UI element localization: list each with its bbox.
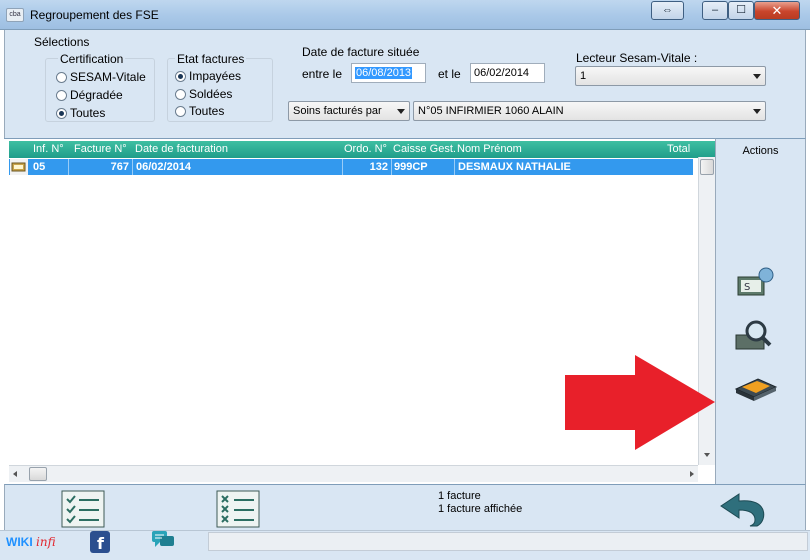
- radio-soldees[interactable]: [175, 89, 186, 100]
- date-from-label: entre le: [302, 67, 343, 81]
- actions-panel: Actions S: [715, 138, 806, 484]
- radio-impayees-label: Impayées: [189, 69, 242, 83]
- col-ordo[interactable]: Ordo. N°: [344, 141, 387, 158]
- chat-icon[interactable]: [151, 530, 175, 550]
- radio-etat-toutes[interactable]: [175, 106, 186, 117]
- soins-select[interactable]: Soins facturés par: [288, 101, 410, 121]
- scroll-down-icon[interactable]: [704, 453, 710, 457]
- etat-title: Etat factures: [175, 52, 247, 66]
- radio-degradee-label: Dégradée: [70, 88, 123, 102]
- col-date[interactable]: Date de facturation: [135, 141, 228, 158]
- uncheck-list-icon[interactable]: [216, 490, 260, 528]
- cell-separator: [132, 159, 133, 175]
- wiki-text: WIKI: [6, 535, 33, 549]
- scroll-thumb[interactable]: [29, 467, 47, 481]
- cell-date: 06/02/2014: [136, 161, 192, 173]
- actions-title: Actions: [742, 145, 779, 157]
- checklist-icon[interactable]: [61, 490, 105, 528]
- col-inf[interactable]: Inf. N°: [33, 141, 64, 158]
- horizontal-scrollbar[interactable]: [9, 465, 698, 482]
- radio-sesam-vitale[interactable]: [56, 72, 67, 83]
- radio-sesam-vitale-label: SESAM-Vitale: [70, 70, 146, 84]
- transmit-icon[interactable]: S: [734, 265, 778, 301]
- lecteur-value: 1: [580, 70, 587, 82]
- date-title: Date de facture située: [302, 45, 420, 59]
- svg-text:f: f: [97, 534, 105, 553]
- certification-title: Certification: [58, 52, 126, 66]
- svg-text:S: S: [744, 282, 750, 293]
- lecteur-select[interactable]: 1: [575, 66, 766, 86]
- radio-etat-toutes-label: Toutes: [189, 104, 225, 118]
- radio-impayees[interactable]: [175, 71, 186, 82]
- wiki-accent-text: infi: [36, 535, 56, 549]
- chevron-down-icon: [753, 109, 761, 114]
- window-title: Regroupement des FSE: [30, 8, 159, 22]
- date-from-input[interactable]: 06/08/2013: [351, 63, 426, 83]
- swap-window-button[interactable]: ⇔: [651, 1, 684, 20]
- chevron-down-icon: [397, 109, 405, 114]
- title-bar: cba Regroupement des FSE ⇔ – ☐ ✕: [0, 0, 810, 30]
- col-total[interactable]: Total: [667, 141, 690, 158]
- cell-inf: 05: [33, 161, 46, 173]
- cell-facture: 767: [110, 161, 129, 173]
- lecteur-title: Lecteur Sesam-Vitale :: [576, 51, 698, 65]
- date-to-label: et le: [438, 67, 461, 81]
- soins-value: Soins facturés par: [293, 105, 382, 117]
- scroll-thumb[interactable]: [700, 159, 714, 175]
- cell-ordo: 132: [369, 161, 388, 173]
- radio-degradee[interactable]: [56, 90, 67, 101]
- chevron-down-icon: [753, 74, 761, 79]
- radio-soldees-label: Soldées: [189, 87, 233, 101]
- infirmier-value: N°05 INFIRMIER 1060 ALAIN: [418, 105, 564, 117]
- col-facture[interactable]: Facture N°: [74, 141, 127, 158]
- invoice-shown-count: 1 facture affichée: [438, 503, 523, 515]
- cell-separator: [454, 159, 455, 175]
- wiki-infi-link[interactable]: WIKI infi: [6, 535, 56, 549]
- status-message-field: [208, 532, 808, 551]
- radio-certification-toutes[interactable]: [56, 108, 67, 119]
- bottom-toolbar: 1 facture 1 facture affichée: [4, 484, 806, 530]
- scroll-left-icon[interactable]: [13, 471, 17, 477]
- red-arrow-annotation: [565, 355, 715, 450]
- cell-nom: DESMAUX NATHALIE: [458, 161, 571, 173]
- scanner-icon[interactable]: [734, 367, 778, 403]
- close-button[interactable]: ✕: [754, 1, 800, 20]
- invoice-count: 1 facture: [438, 490, 481, 502]
- search-document-icon[interactable]: [734, 317, 778, 353]
- date-to-input[interactable]: 06/02/2014: [470, 63, 545, 83]
- selections-title: Sélections: [34, 35, 90, 49]
- scroll-right-icon[interactable]: [690, 471, 694, 477]
- col-nom[interactable]: Nom Prénom: [457, 141, 522, 158]
- infirmier-select[interactable]: N°05 INFIRMIER 1060 ALAIN: [413, 101, 766, 121]
- facebook-icon[interactable]: f: [90, 531, 110, 553]
- table-row[interactable]: 05 767 06/02/2014 132 999CP DESMAUX NATH…: [9, 159, 693, 175]
- back-arrow-icon[interactable]: [717, 490, 767, 528]
- cell-caisse: 999CP: [394, 161, 428, 173]
- minimize-button[interactable]: –: [702, 1, 728, 20]
- app-icon: cba: [6, 8, 24, 22]
- maximize-button[interactable]: ☐: [728, 1, 754, 20]
- selection-panel: Sélections Certification SESAM-Vitale Dé…: [4, 30, 806, 138]
- radio-certification-toutes-label: Toutes: [70, 106, 106, 120]
- grid-header: Inf. N° Facture N° Date de facturation O…: [9, 141, 715, 158]
- cell-separator: [391, 159, 392, 175]
- row-indicator-icon: [10, 159, 28, 175]
- col-caisse[interactable]: Caisse Gest.: [393, 141, 456, 158]
- date-from-value: 06/08/2013: [355, 67, 413, 79]
